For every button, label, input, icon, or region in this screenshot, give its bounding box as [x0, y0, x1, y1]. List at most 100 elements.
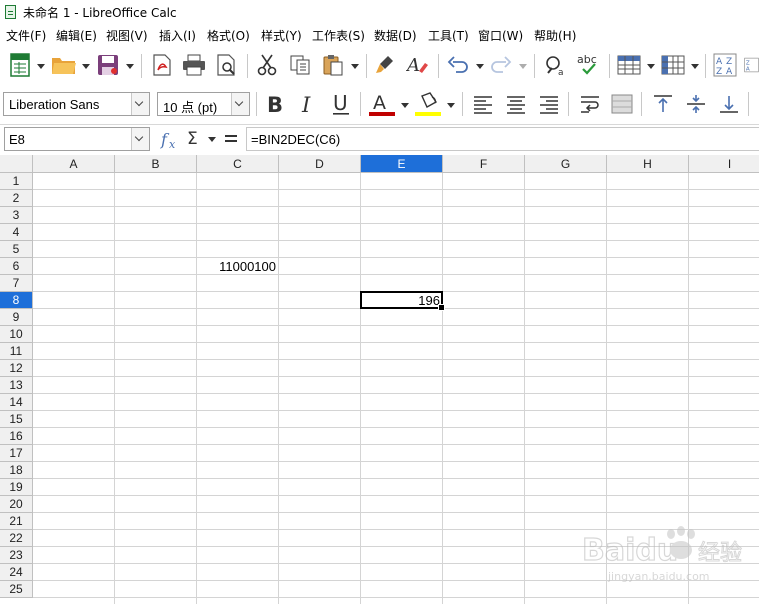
menu-sheet[interactable]: 工作表(S) [312, 27, 365, 44]
align-left-icon[interactable] [471, 92, 495, 116]
undo-dropdown-icon[interactable] [476, 64, 484, 69]
paste-dropdown-icon[interactable] [351, 64, 359, 69]
row-header-4[interactable]: 4 [0, 224, 33, 241]
formula-input[interactable]: =BIN2DEC(C6) [246, 127, 759, 151]
align-right-icon[interactable] [537, 92, 561, 116]
open-folder-icon[interactable] [50, 54, 78, 76]
row-header-13[interactable]: 13 [0, 377, 33, 394]
italic-icon[interactable]: I [297, 91, 319, 117]
row-icon[interactable] [616, 53, 642, 77]
select-all-corner[interactable] [0, 155, 33, 173]
clear-formatting-icon[interactable]: A [405, 53, 431, 77]
cell-c6[interactable]: 11000100 [197, 258, 278, 275]
column-header-d[interactable]: D [279, 155, 361, 173]
menu-view[interactable]: 视图(V) [106, 27, 148, 44]
font-color-icon[interactable]: A [367, 90, 397, 118]
row-header-17[interactable]: 17 [0, 445, 33, 462]
redo-dropdown-icon[interactable] [519, 64, 527, 69]
bold-icon[interactable]: B [263, 91, 287, 117]
row-header-25[interactable]: 25 [0, 581, 33, 598]
column-dropdown-icon[interactable] [691, 64, 699, 69]
row-header-21[interactable]: 21 [0, 513, 33, 530]
menu-edit[interactable]: 编辑(E) [56, 27, 97, 44]
column-header-c[interactable]: C [197, 155, 279, 173]
svg-text:x: x [169, 138, 176, 150]
name-box[interactable]: E8 [4, 127, 150, 151]
underline-icon[interactable]: U [329, 91, 353, 117]
save-dropdown-icon[interactable] [126, 64, 134, 69]
undo-icon[interactable] [446, 53, 470, 77]
column-icon[interactable] [660, 53, 686, 77]
row-header-3[interactable]: 3 [0, 207, 33, 224]
menu-file[interactable]: 文件(F) [6, 27, 46, 44]
row-header-2[interactable]: 2 [0, 190, 33, 207]
row-header-22[interactable]: 22 [0, 530, 33, 547]
center-vertically-icon[interactable] [684, 92, 708, 116]
align-center-icon[interactable] [504, 92, 528, 116]
row-header-12[interactable]: 12 [0, 360, 33, 377]
column-header-i[interactable]: I [689, 155, 759, 173]
print-icon[interactable] [181, 53, 207, 77]
row-dropdown-icon[interactable] [647, 64, 655, 69]
open-dropdown-icon[interactable] [82, 64, 90, 69]
redo-icon[interactable] [489, 53, 513, 77]
name-box-dropdown-button[interactable] [131, 128, 149, 150]
copy-icon[interactable] [288, 53, 312, 77]
wrap-text-icon[interactable] [578, 92, 602, 116]
row-header-7[interactable]: 7 [0, 275, 33, 292]
column-header-b[interactable]: B [115, 155, 197, 173]
save-icon[interactable] [95, 53, 121, 77]
column-header-e[interactable]: E [361, 155, 443, 173]
align-top-icon[interactable] [651, 92, 675, 116]
spelling-icon[interactable]: abc [575, 51, 603, 79]
grid-row-line [33, 359, 759, 360]
highlight-color-dropdown-icon[interactable] [447, 103, 455, 108]
column-header-h[interactable]: H [607, 155, 689, 173]
row-header-23[interactable]: 23 [0, 547, 33, 564]
formula-equals-icon[interactable] [222, 126, 240, 150]
export-pdf-icon[interactable] [150, 53, 174, 77]
sum-icon[interactable]: Σ [185, 126, 203, 150]
row-header-24[interactable]: 24 [0, 564, 33, 581]
find-replace-icon[interactable]: a [543, 53, 569, 77]
row-header-15[interactable]: 15 [0, 411, 33, 428]
row-header-8[interactable]: 8 [0, 292, 33, 309]
align-bottom-icon[interactable] [717, 92, 741, 116]
clone-formatting-icon[interactable] [373, 53, 397, 77]
menu-window[interactable]: 窗口(W) [478, 27, 523, 44]
sort-descending-icon[interactable]: ZA [744, 52, 759, 78]
row-header-19[interactable]: 19 [0, 479, 33, 496]
font-color-dropdown-icon[interactable] [401, 103, 409, 108]
print-preview-icon[interactable] [215, 53, 239, 77]
row-header-14[interactable]: 14 [0, 394, 33, 411]
menu-tools[interactable]: 工具(T) [428, 27, 469, 44]
column-header-f[interactable]: F [443, 155, 525, 173]
sum-dropdown-icon[interactable] [208, 137, 216, 142]
menu-styles[interactable]: 样式(Y) [261, 27, 302, 44]
menu-help[interactable]: 帮助(H) [534, 27, 576, 44]
row-header-10[interactable]: 10 [0, 326, 33, 343]
new-spreadsheet-icon[interactable] [8, 52, 32, 78]
menu-format[interactable]: 格式(O) [207, 27, 250, 44]
row-header-16[interactable]: 16 [0, 428, 33, 445]
sort-ascending-icon[interactable]: AZZA [712, 52, 738, 78]
function-wizard-icon[interactable]: fx [158, 127, 182, 151]
cut-icon[interactable] [255, 53, 279, 77]
autofill-handle[interactable] [438, 304, 445, 311]
row-header-9[interactable]: 9 [0, 309, 33, 326]
row-header-11[interactable]: 11 [0, 343, 33, 360]
row-header-18[interactable]: 18 [0, 462, 33, 479]
grid-row-line [33, 597, 759, 598]
column-header-g[interactable]: G [525, 155, 607, 173]
column-header-a[interactable]: A [33, 155, 115, 173]
menu-insert[interactable]: 插入(I) [159, 27, 196, 44]
row-header-5[interactable]: 5 [0, 241, 33, 258]
new-dropdown-icon[interactable] [37, 64, 45, 69]
row-header-1[interactable]: 1 [0, 173, 33, 190]
merge-center-icon[interactable] [610, 92, 634, 116]
paste-icon[interactable] [321, 53, 345, 77]
row-header-6[interactable]: 6 [0, 258, 33, 275]
menu-data[interactable]: 数据(D) [374, 27, 417, 44]
highlight-color-icon[interactable] [413, 90, 443, 118]
row-header-20[interactable]: 20 [0, 496, 33, 513]
